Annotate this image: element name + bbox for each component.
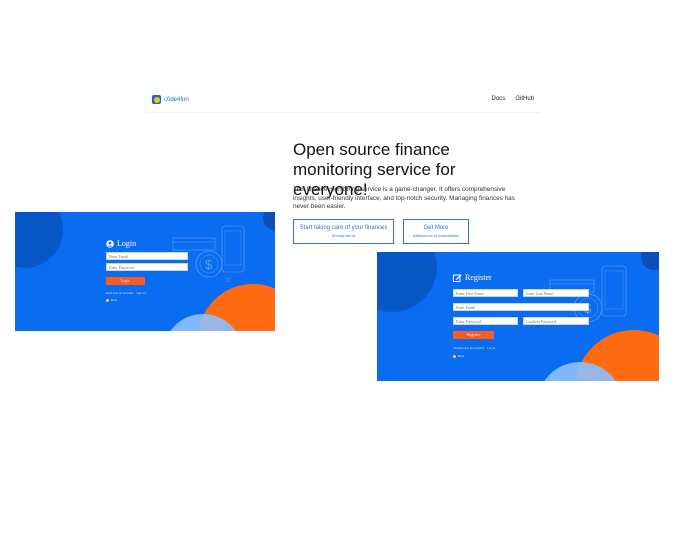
login-footer: Dont have an account? Sign Up bbox=[106, 291, 146, 295]
register-title-text: Register bbox=[465, 273, 492, 282]
register-back-link[interactable]: Back bbox=[453, 354, 464, 358]
top-navbar: c0de4fun Docs GitHub bbox=[145, 90, 540, 113]
register-password-input[interactable]: Enter Password bbox=[453, 317, 518, 325]
user-circle-icon bbox=[106, 239, 114, 248]
nav-link-github[interactable]: GitHub bbox=[515, 96, 534, 102]
register-confirm-password-input[interactable]: Confirm Password bbox=[523, 317, 589, 325]
edit-icon bbox=[453, 273, 462, 282]
login-title-text: Login bbox=[117, 239, 137, 248]
brand-logo-icon bbox=[152, 95, 161, 104]
brand-link[interactable]: c0de4fun bbox=[152, 95, 189, 104]
register-title: Register bbox=[453, 273, 492, 282]
register-email-input[interactable]: Enter Email bbox=[453, 303, 589, 311]
svg-text:$: $ bbox=[205, 257, 213, 272]
register-back-text: Back bbox=[458, 354, 465, 358]
get-more-label: Get More bbox=[423, 225, 449, 231]
login-link[interactable]: Log In bbox=[487, 346, 495, 350]
back-dot-icon bbox=[453, 354, 456, 358]
login-back-text: Back bbox=[111, 298, 118, 302]
credit-card-icon bbox=[172, 237, 216, 251]
register-footer: Already have an account? Log In bbox=[453, 346, 495, 350]
decor-circle bbox=[263, 212, 275, 230]
login-title: Login bbox=[106, 239, 136, 248]
login-back-link[interactable]: Back bbox=[106, 298, 117, 302]
login-password-input[interactable]: Enter Password bbox=[106, 263, 188, 271]
login-submit-button[interactable]: Login bbox=[106, 277, 145, 285]
decor-circle bbox=[15, 212, 63, 268]
signup-link[interactable]: Sign Up bbox=[136, 291, 146, 295]
start-finances-button[interactable]: Start taking care of your finances Be re… bbox=[293, 219, 394, 244]
nav-link-docs[interactable]: Docs bbox=[492, 96, 506, 102]
start-finances-label: Start taking care of your finances bbox=[299, 225, 388, 231]
register-footer-text: Already have an account? bbox=[453, 346, 485, 350]
nav-links: Docs GitHub bbox=[492, 96, 534, 102]
start-finances-sublabel: Be ready with us bbox=[331, 234, 356, 238]
register-panel-screenshot: $ Register Enter First Name Enter Last N… bbox=[377, 252, 659, 381]
get-more-sublabel: Additional info for documentation bbox=[412, 234, 460, 238]
phone-illustration-icon bbox=[601, 265, 627, 317]
login-footer-text: Dont have an account? bbox=[106, 291, 134, 295]
hero-description: This finance monitoring service is a gam… bbox=[293, 186, 515, 211]
brand-name: c0de4fun bbox=[164, 96, 189, 103]
back-dot-icon bbox=[106, 298, 109, 302]
decor-circle bbox=[641, 252, 659, 270]
get-more-button[interactable]: Get More Additional info for documentati… bbox=[403, 219, 469, 244]
register-first-name-input[interactable]: Enter First Name bbox=[453, 289, 518, 297]
decor-circle bbox=[377, 252, 437, 312]
login-panel-screenshot: $ Login Enter Email Enter Password Login… bbox=[15, 212, 275, 331]
login-email-input[interactable]: Enter Email bbox=[106, 252, 188, 260]
register-last-name-input[interactable]: Enter Last Name bbox=[523, 289, 589, 297]
register-submit-button[interactable]: Register bbox=[453, 331, 494, 339]
